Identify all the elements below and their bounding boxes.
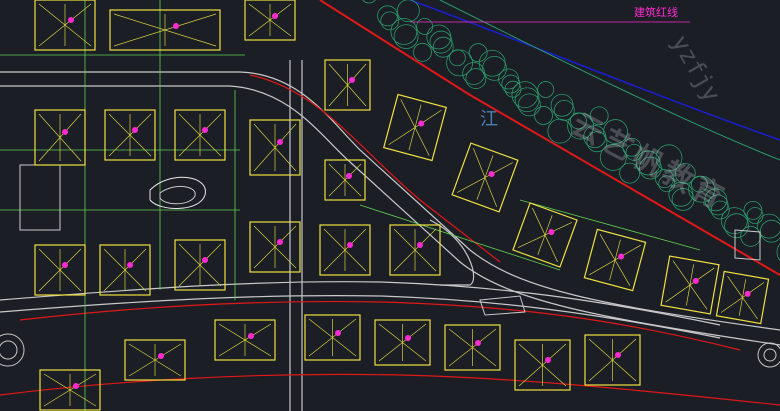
tree-symbol [413, 42, 432, 62]
tree-symbol [416, 17, 434, 35]
villa-unit [174, 109, 226, 161]
tree-symbol [426, 24, 452, 50]
tree-symbol [462, 62, 486, 85]
tree-symbol [390, 18, 418, 45]
villa-unit [34, 244, 86, 296]
tree-symbol [514, 87, 540, 113]
tree-symbol [362, 0, 376, 4]
tree-symbol [550, 93, 574, 117]
villa-unit [382, 93, 448, 162]
river-char: 江 [480, 109, 498, 130]
tree-symbol [534, 106, 553, 125]
villa-unit [34, 0, 96, 51]
tree-symbol [482, 55, 507, 81]
villa-unit [99, 244, 151, 296]
tree-symbol [448, 49, 466, 67]
villa-unit [583, 228, 647, 292]
tree-symbol [517, 93, 541, 117]
villa-unit [174, 239, 226, 291]
villa-unit [660, 255, 720, 315]
villa-unit [104, 109, 156, 161]
tree-symbol [393, 24, 419, 49]
villa-unit [109, 9, 221, 51]
villa-unit [374, 319, 431, 366]
site-plan-drawing [0, 0, 780, 411]
green-grid [0, 0, 701, 411]
villa-unit [124, 339, 186, 381]
villa-unit [715, 270, 770, 325]
villa-unit [39, 369, 101, 411]
villa-unit [249, 221, 301, 273]
villa-unit [514, 339, 571, 391]
villa-unit [324, 159, 366, 201]
villa-unit [34, 109, 86, 166]
villa-unit [244, 0, 296, 41]
villa-unit [444, 324, 501, 371]
tree-symbol [537, 81, 555, 98]
tree-symbol [429, 30, 453, 54]
tree-symbol [396, 0, 420, 23]
villa-unit [304, 314, 361, 361]
villa-unit [451, 142, 519, 213]
red-line-label: 建筑红线 [634, 6, 678, 19]
villa-unit [389, 224, 441, 276]
villa-unit [249, 119, 301, 176]
villa-unit [319, 224, 371, 276]
villa-unit [214, 319, 276, 361]
site-plan-canvas: 建筑红线 云艺帆教育 yzfjy 江 [0, 0, 780, 411]
villa-unit [324, 59, 371, 111]
villa-unit [584, 334, 641, 386]
